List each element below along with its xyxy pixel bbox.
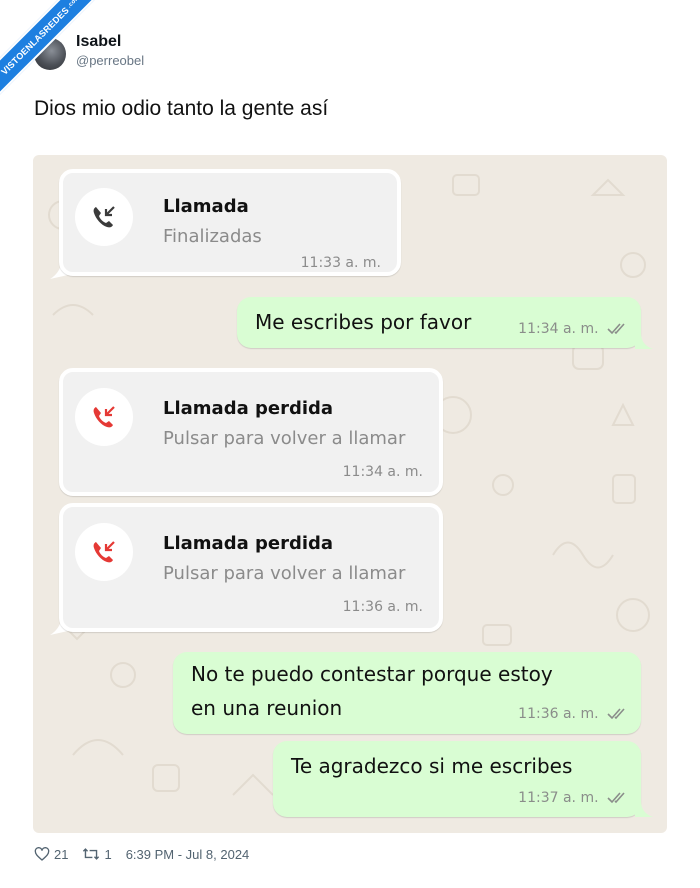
call-title: Llamada — [163, 196, 249, 217]
read-ticks-icon — [607, 708, 625, 720]
message-meta: 11:36 a. m. — [518, 706, 627, 722]
retweet-count: 1 — [104, 846, 112, 862]
call-title: Llamada perdida — [163, 533, 334, 554]
read-ticks-icon — [607, 792, 625, 804]
bubble-tail — [635, 801, 653, 817]
message-time: 11:34 a. m. — [518, 321, 599, 337]
outgoing-call-icon — [93, 206, 115, 228]
tweet-text: Dios mio odio tanto la gente así — [34, 97, 329, 120]
message-text-line2: en una reunion — [191, 696, 343, 720]
call-icon-circle — [75, 388, 133, 446]
missed-call-icon — [93, 406, 115, 428]
message-time: 11:37 a. m. — [518, 790, 599, 806]
chat-screenshot: Llamada Finalizadas 11:33 a. m. Me escri… — [33, 155, 667, 833]
heart-icon[interactable] — [34, 846, 50, 862]
call-subtitle: Finalizadas — [163, 226, 262, 247]
missed-call-icon — [93, 541, 115, 563]
call-bubble-ended[interactable]: Llamada Finalizadas 11:33 a. m. — [59, 169, 401, 276]
tweet-footer: 21 1 6:39 PM - Jul 8, 2024 — [34, 846, 253, 862]
call-bubble-missed[interactable]: Llamada perdida Pulsar para volver a lla… — [59, 503, 443, 632]
message-meta: 11:37 a. m. — [518, 790, 627, 806]
retweet-icon[interactable] — [82, 846, 100, 862]
message-meta: 11:34 a. m. — [518, 321, 627, 337]
author-handle[interactable]: @perreobel — [76, 53, 144, 68]
author-name[interactable]: Isabel — [76, 33, 144, 51]
call-subtitle: Pulsar para volver a llamar — [163, 428, 406, 449]
message-time: 11:36 a. m. — [342, 599, 423, 615]
message-text: Me escribes por favor — [255, 310, 472, 334]
message-time: 11:34 a. m. — [342, 464, 423, 480]
bubble-tail — [635, 333, 653, 349]
outgoing-message[interactable]: No te puedo contestar porque estoy en un… — [173, 652, 641, 734]
message-time: 11:33 a. m. — [300, 255, 381, 271]
outgoing-message[interactable]: Te agradezco si me escribes 11:37 a. m. — [273, 741, 641, 817]
read-ticks-icon — [607, 323, 625, 335]
watermark-suffix: .com — [66, 0, 82, 10]
message-time: 11:36 a. m. — [518, 706, 599, 722]
call-icon-circle — [75, 523, 133, 581]
like-count: 21 — [54, 846, 69, 862]
message-text-line1: No te puedo contestar porque estoy — [191, 662, 553, 686]
call-bubble-missed[interactable]: Llamada perdida Pulsar para volver a lla… — [59, 368, 443, 496]
message-text: Te agradezco si me escribes — [291, 754, 573, 778]
call-subtitle: Pulsar para volver a llamar — [163, 563, 406, 584]
outgoing-message[interactable]: Me escribes por favor 11:34 a. m. — [237, 297, 641, 348]
call-title: Llamada perdida — [163, 398, 334, 419]
call-icon-circle — [75, 188, 133, 246]
tweet-timestamp[interactable]: 6:39 PM - Jul 8, 2024 — [126, 847, 250, 862]
